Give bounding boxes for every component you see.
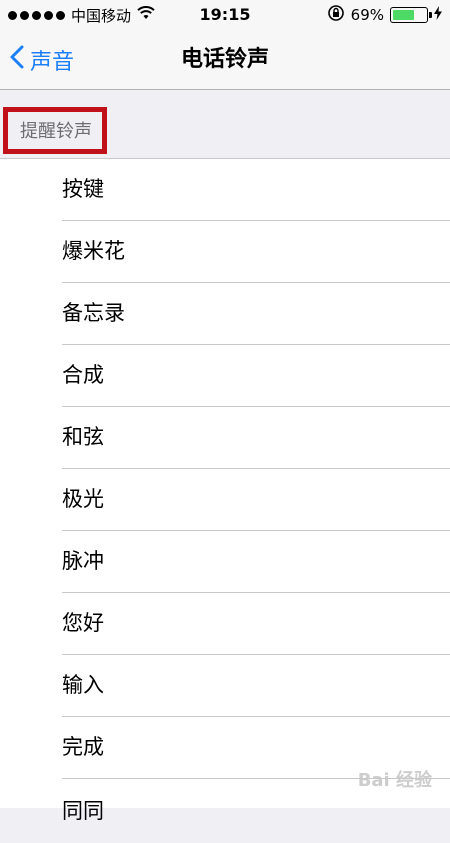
list-item[interactable]: 您好 [0,593,450,655]
list-item[interactable]: 合成 [0,345,450,407]
back-label: 声音 [30,50,75,75]
list-item-label: 合成 [62,363,104,387]
list-item-label: 您好 [62,611,104,635]
rotation-lock-icon [327,4,345,26]
list-item[interactable]: 输入 [0,655,450,717]
tone-list: 按键 爆米花 备忘录 合成 和弦 极光 脉冲 您好 输入 完成 同同 [0,158,450,823]
list-item[interactable]: 备忘录 [0,283,450,345]
status-bar-right: 69% [327,0,442,30]
list-item-label: 脉冲 [62,549,104,573]
list-item[interactable]: 极光 [0,469,450,531]
back-button[interactable]: 声音 [10,30,74,90]
list-item-label: 和弦 [62,425,104,449]
battery-fill [393,10,414,20]
section-header: 提醒铃声 [0,91,450,158]
battery-percent: 69% [350,6,384,24]
list-item-label: 爆米花 [62,239,125,263]
section-header-label: 提醒铃声 [20,121,92,142]
navigation-bar: 声音 电话铃声 [0,30,450,90]
list-item[interactable]: 和弦 [0,407,450,469]
list-item-label: 完成 [62,735,104,759]
list-item-label: 同同 [62,799,104,823]
battery-icon [390,7,432,23]
list-item-label: 按键 [62,177,104,201]
status-bar: 中国移动 19:15 69% [0,0,450,30]
list-item-label: 输入 [62,673,104,697]
watermark: Bai 经验 [357,770,432,791]
list-item-label: 极光 [62,487,104,511]
list-item[interactable]: 按键 [0,159,450,221]
list-item-label: 备忘录 [62,301,125,325]
list-item[interactable]: 爆米花 [0,221,450,283]
chevron-left-icon [10,45,24,75]
bolt-icon [434,6,442,24]
list-item[interactable]: 脉冲 [0,531,450,593]
